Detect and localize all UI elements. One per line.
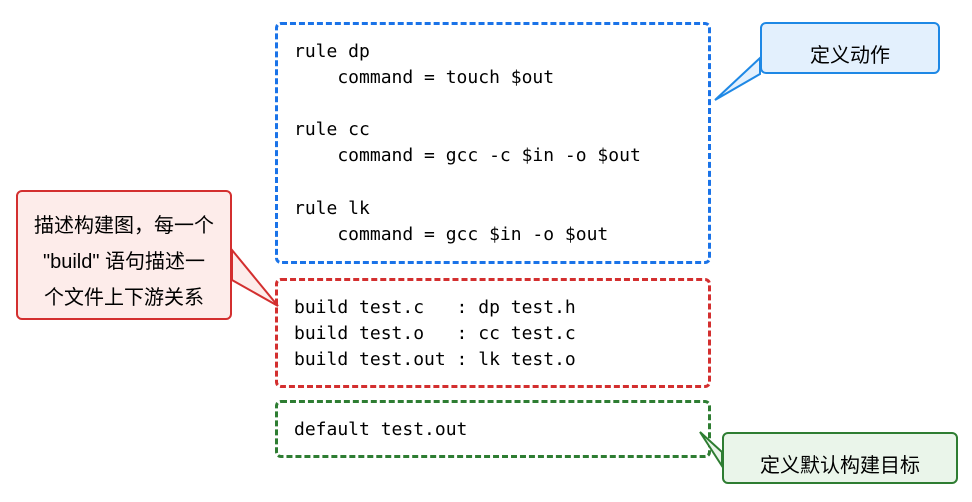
builds-code-box: build test.c : dp test.h build test.o : … (275, 278, 711, 388)
callout-line: 个文件上下游关系 (26, 280, 222, 316)
callout-default-target: 定义默认构建目标 (722, 432, 958, 484)
callout-line: "build" 语句描述一 (26, 244, 222, 280)
callout-line: 描述构建图，每一个 (26, 208, 222, 244)
callout-describe-graph: 描述构建图，每一个 "build" 语句描述一 个文件上下游关系 (16, 190, 232, 320)
default-code-box: default test.out (275, 400, 711, 458)
rules-code-box: rule dp command = touch $out rule cc com… (275, 22, 711, 264)
callout-define-action: 定义动作 (760, 22, 940, 74)
callout-text: 定义默认构建目标 (760, 455, 920, 477)
callout-text: 定义动作 (810, 45, 890, 67)
